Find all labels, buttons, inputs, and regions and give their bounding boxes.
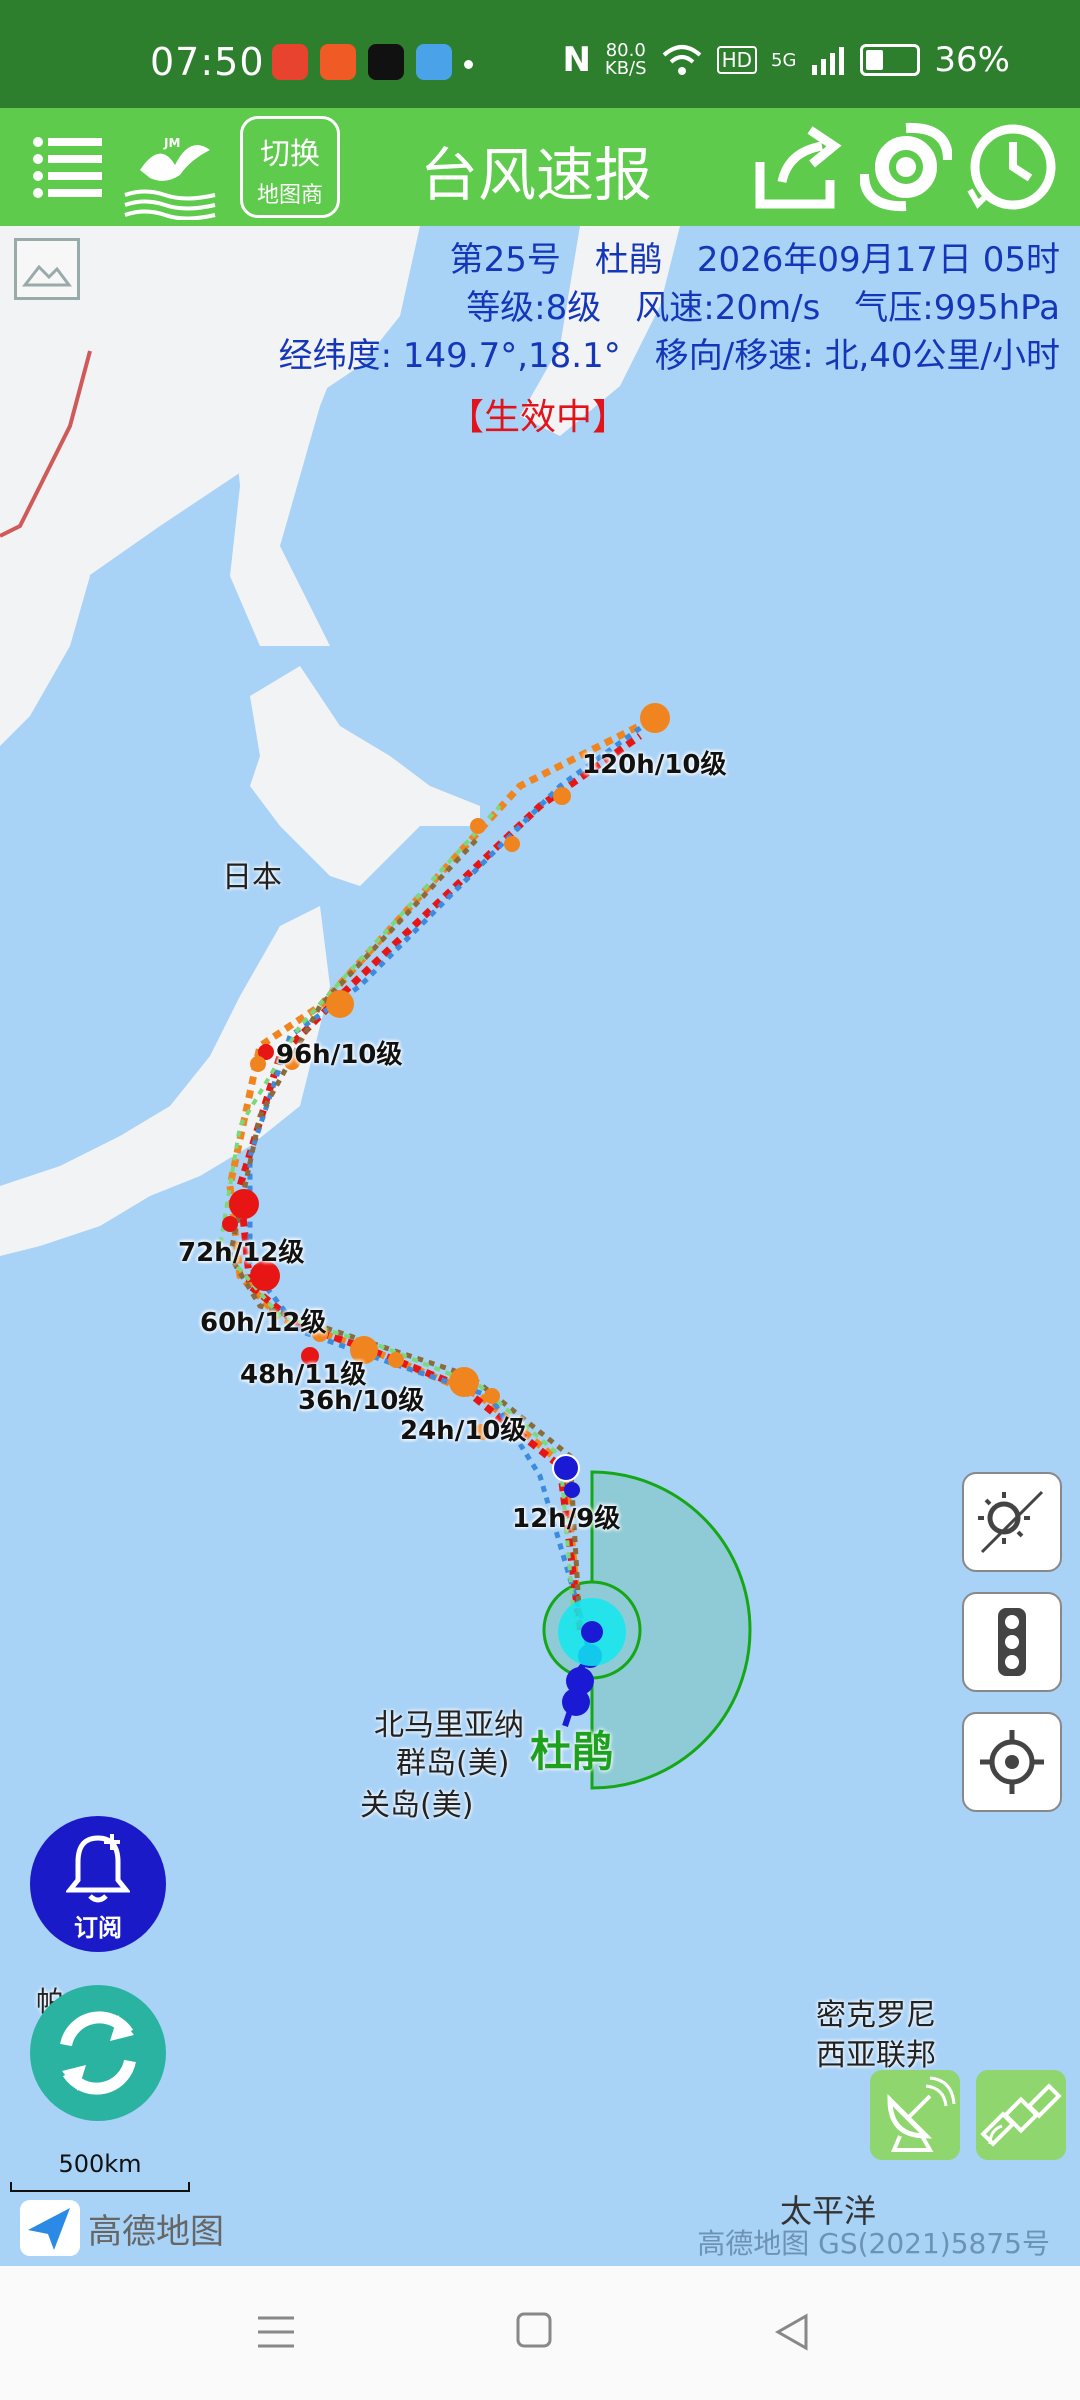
battery-level: 36% xyxy=(934,40,1010,80)
satellite-icon xyxy=(980,2083,1062,2147)
five-g-icon: 5G xyxy=(771,49,797,71)
place-mariana-2: 群岛(美) xyxy=(396,1746,510,1781)
target-icon xyxy=(980,1730,1044,1794)
hokkaido-island xyxy=(250,666,480,886)
weather-app-icon xyxy=(416,44,452,80)
traffic-light-icon xyxy=(998,1608,1026,1676)
logo-text: JM xyxy=(164,136,181,150)
switch-label-1: 切换 xyxy=(260,137,320,172)
forecast-label-60h: 60h/12级 xyxy=(200,1308,327,1338)
amap-attribution: 高德地图 xyxy=(20,2200,224,2256)
notification-icons xyxy=(272,44,473,90)
amap-logo-icon xyxy=(20,2200,80,2256)
place-micronesia-2: 西亚联邦 xyxy=(816,2038,936,2073)
forecast-point-96h[interactable] xyxy=(326,990,354,1018)
legend-toggle-button[interactable] xyxy=(14,238,80,300)
forecast-point xyxy=(564,1482,580,1498)
forecast-point-12h[interactable] xyxy=(552,1454,580,1482)
forecast-point xyxy=(504,836,520,852)
forecast-point xyxy=(470,818,486,834)
forecast-point-120h[interactable] xyxy=(640,703,670,733)
subscribe-label: 订阅 xyxy=(74,1914,122,1942)
place-micronesia-1: 密克罗尼 xyxy=(816,1998,936,2033)
place-japan: 日本 xyxy=(222,860,282,895)
typhoon-name-label: 杜鹃 xyxy=(530,1727,615,1776)
forecast-point xyxy=(484,1388,500,1404)
hd-icon: HD xyxy=(716,46,758,74)
forecast-point xyxy=(388,1352,404,1368)
switch-label-2: 地图商 xyxy=(256,183,323,208)
system-indicators: N 80.0 KB/S HD 5G 36% xyxy=(562,40,1010,80)
app-bar: JM 台风速报 xyxy=(0,108,1080,226)
forecast-track-blue xyxy=(247,718,652,1631)
sakhalin-island xyxy=(230,226,360,646)
traffic-layer-button[interactable] xyxy=(962,1592,1062,1692)
past-point xyxy=(562,1688,590,1716)
forecast-label-24h: 24h/10级 xyxy=(400,1416,527,1446)
mainland-patch xyxy=(0,526,90,746)
battery-icon xyxy=(860,44,921,76)
typhoon-map[interactable] xyxy=(0,226,1080,2266)
locate-me-button[interactable] xyxy=(962,1712,1062,1812)
shop-app-icon xyxy=(320,44,356,80)
signal-icon xyxy=(812,47,845,75)
forecast-label-72h: 72h/12级 xyxy=(178,1238,305,1268)
refresh-icon xyxy=(60,2011,136,2095)
nfc-icon: N xyxy=(562,40,591,80)
map-canvas xyxy=(0,226,752,1790)
typhoon-info-line1: 第25号 杜鹃 2026年09月17日 05时 xyxy=(449,240,1060,280)
forecast-point-24h[interactable] xyxy=(449,1367,479,1397)
clock: 07:50 xyxy=(150,40,265,84)
map-copyright: 高德地图 GS(2021)5875号 xyxy=(697,2227,1050,2260)
subscribe-button[interactable]: 订阅 xyxy=(30,1816,166,1952)
scale-bar xyxy=(10,2182,190,2192)
forecast-label-120h: 120h/10级 xyxy=(582,750,727,780)
radar-layer-button[interactable] xyxy=(870,2070,960,2160)
recent-apps-icon[interactable] xyxy=(254,2310,298,2354)
bell-plus-icon xyxy=(66,1834,130,1903)
forecast-point xyxy=(250,1056,266,1072)
switch-map-provider-button[interactable]: 切换 地图商 xyxy=(240,116,340,218)
place-guam: 关岛(美) xyxy=(360,1788,474,1823)
network-speed: 80.0 KB/S xyxy=(604,40,647,79)
more-notifications-icon xyxy=(464,60,473,69)
image-icon xyxy=(21,264,72,287)
forecast-point xyxy=(222,1216,238,1232)
page-title: 台风速报 xyxy=(420,141,653,209)
crane-logo-icon xyxy=(124,145,216,221)
typhoon-info-line3: 经纬度: 149.7°,18.1° 移向/移速: 北,40公里/小时 xyxy=(278,336,1060,376)
tiktok-icon xyxy=(368,44,404,80)
wifi-icon xyxy=(662,45,701,75)
forecast-label-12h: 12h/9级 xyxy=(512,1504,621,1534)
back-icon[interactable] xyxy=(770,2310,814,2354)
satellite-layer-button[interactable] xyxy=(976,2070,1066,2160)
forecast-label-96h: 96h/10级 xyxy=(276,1040,403,1070)
typhoon-info-line2: 等级:8级 风速:20m/s 气压:995hPa xyxy=(466,288,1060,328)
typhoon-icon[interactable] xyxy=(860,120,952,214)
news-app-icon xyxy=(272,44,308,80)
share-icon[interactable] xyxy=(752,122,844,212)
day-night-toggle-button[interactable] xyxy=(962,1472,1062,1572)
day-night-icon xyxy=(978,1490,1044,1554)
refresh-button[interactable] xyxy=(30,1985,166,2121)
map-scale: 500km xyxy=(10,2150,190,2192)
app-logo: JM xyxy=(120,120,220,221)
current-position-marker[interactable] xyxy=(581,1621,603,1643)
forecast-point-72h[interactable] xyxy=(229,1189,259,1219)
system-nav-bar xyxy=(0,2266,1080,2400)
status-bar: 07:50 N 80.0 KB/S HD 5G 36% xyxy=(0,0,1080,108)
amap-label: 高德地图 xyxy=(88,2211,224,2252)
home-icon[interactable] xyxy=(514,2310,554,2350)
radar-dish-icon xyxy=(887,2076,956,2152)
history-icon[interactable] xyxy=(966,120,1060,214)
status-active-label: 【生效中】 xyxy=(448,397,629,438)
forecast-point xyxy=(553,787,571,805)
scale-label: 500km xyxy=(58,2150,142,2178)
menu-icon[interactable] xyxy=(32,134,104,200)
